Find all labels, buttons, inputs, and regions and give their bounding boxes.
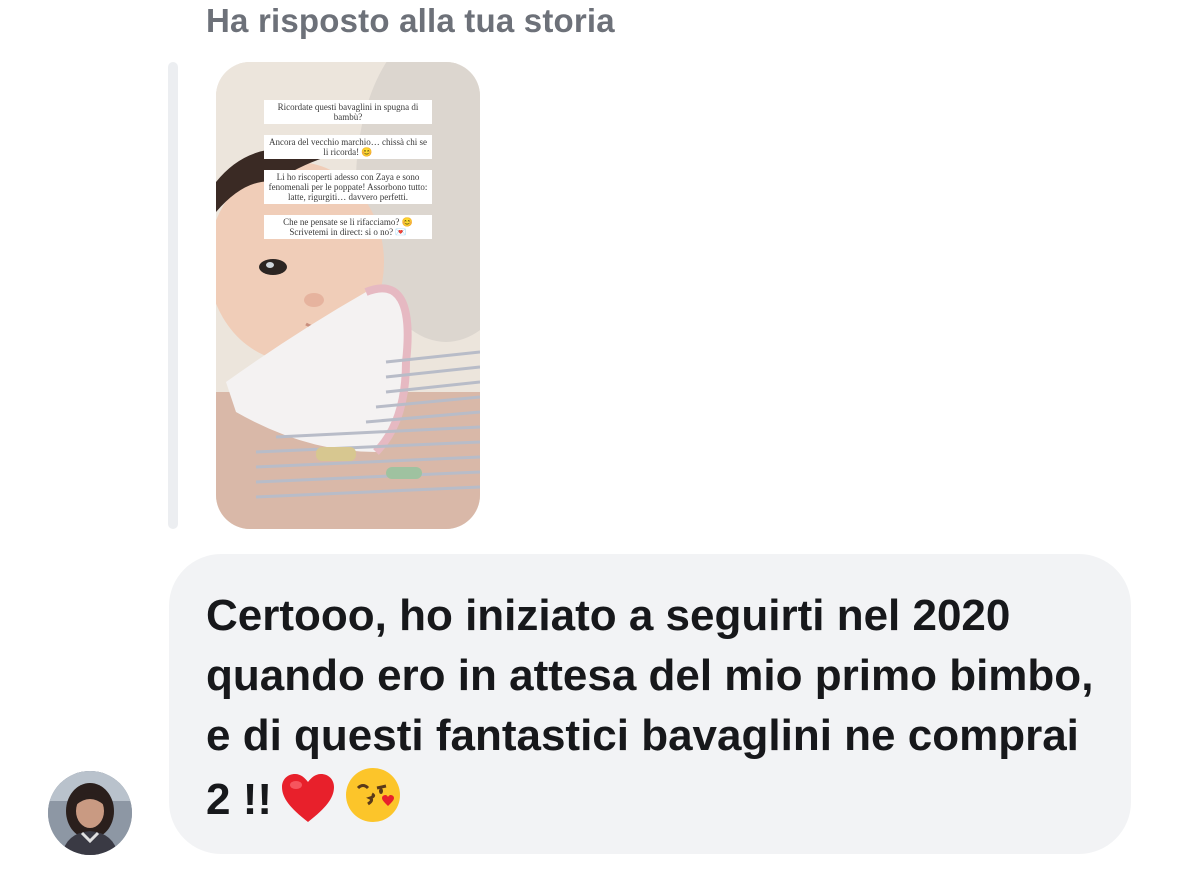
story-caption: Li ho riscoperti adesso con Zaya e sono … bbox=[264, 170, 432, 204]
story-caption: Ancora del vecchio marchio… chissà chi s… bbox=[264, 135, 432, 159]
avatar-photo bbox=[48, 771, 132, 855]
story-reply-header: Ha risposto alla tua storia bbox=[206, 2, 615, 39]
story-thumbnail[interactable]: Ricordate questi bavaglini in spugna di … bbox=[216, 62, 480, 529]
message-text-block: Certooo, ho iniziato a seguirti nel 2020… bbox=[206, 586, 1106, 840]
message-text: Certooo, ho iniziato a seguirti nel 2020… bbox=[206, 591, 1094, 824]
message-bubble[interactable]: Certooo, ho iniziato a seguirti nel 2020… bbox=[169, 554, 1131, 854]
heart-icon bbox=[280, 772, 336, 840]
story-text-overlays: Ricordate questi bavaglini in spugna di … bbox=[216, 100, 480, 239]
kiss-face-icon bbox=[344, 766, 402, 840]
sender-avatar[interactable] bbox=[48, 771, 132, 855]
story-caption: Ricordate questi bavaglini in spugna di … bbox=[264, 100, 432, 124]
story-caption: Che ne pensate se li rifacciamo? 😊 Scriv… bbox=[264, 215, 432, 239]
quote-bar bbox=[168, 62, 178, 529]
